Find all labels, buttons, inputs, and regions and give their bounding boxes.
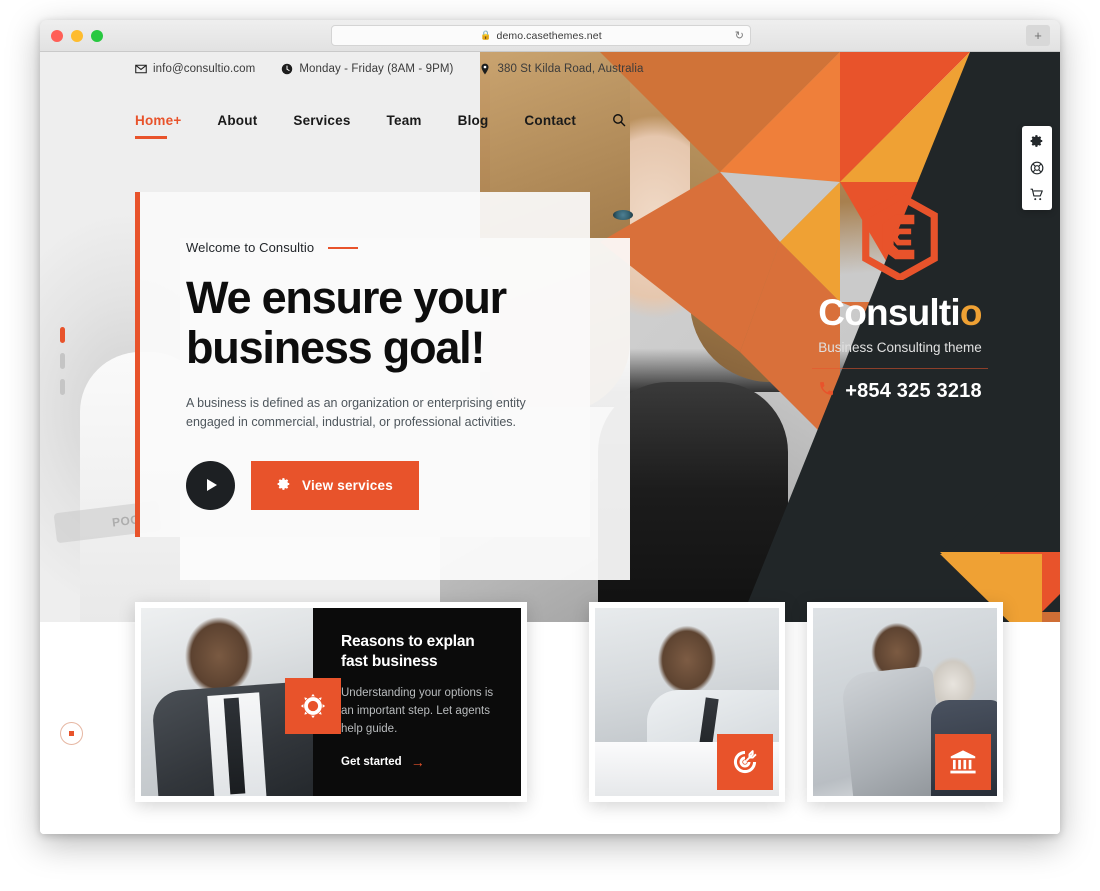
window-traffic-lights: [51, 30, 103, 42]
nav-item-team[interactable]: Team: [387, 113, 422, 128]
service-card-2[interactable]: [589, 602, 785, 802]
topbar-item-email[interactable]: info@consultio.com: [135, 63, 255, 75]
card3-suit-shape: [840, 665, 946, 796]
page-viewport: POC info@consultio.com Monday - Friday (…: [40, 52, 1060, 834]
bank-icon: [935, 734, 991, 790]
search-icon[interactable]: [612, 113, 626, 127]
hero-eyebrow-dash: [328, 246, 359, 249]
decorative-dot: [69, 731, 74, 736]
service-card-1[interactable]: Reasons to explan fast business Understa…: [135, 602, 527, 802]
topbar-hours-text: Monday - Friday (8AM - 9PM): [299, 63, 454, 75]
play-video-button[interactable]: [186, 460, 235, 510]
target-icon: [717, 734, 773, 790]
service-card-1-description: Understanding your options is an importa…: [341, 687, 494, 735]
reload-icon[interactable]: ↻: [735, 29, 744, 42]
lifebuoy-icon[interactable]: [1029, 160, 1045, 176]
nav-item-contact[interactable]: Contact: [524, 113, 576, 128]
brand-phone-text: +854 325 3218: [845, 380, 982, 402]
get-started-label: Get started: [341, 755, 402, 768]
hero-eyebrow-row: Welcome to Consultio: [186, 240, 590, 255]
gear-icon[interactable]: [1029, 133, 1045, 149]
nav-item-home-label: Home: [135, 112, 174, 128]
top-info-bar: info@consultio.com Monday - Friday (8AM …: [40, 52, 1060, 86]
hero-action-buttons: View services: [186, 460, 590, 510]
service-card-2-photo: [595, 608, 779, 796]
nav-active-underline: [135, 135, 167, 139]
brand-name-main: Consulti: [818, 292, 960, 333]
clock-icon: [281, 63, 293, 75]
brand-name-accent: o: [959, 292, 983, 333]
service-card-3-photo: [813, 608, 997, 796]
service-card-1-body: Reasons to explan fast business Understa…: [285, 608, 521, 796]
brand-divider: [812, 368, 988, 369]
address-bar[interactable]: 🔒 demo.casethemes.net ↻: [331, 25, 751, 46]
topbar-address-text: 380 St Kilda Road, Australia: [497, 63, 644, 75]
service-card-3[interactable]: [807, 602, 1003, 802]
nav-item-home-plus: +: [173, 112, 182, 128]
topbar-email-text: info@consultio.com: [153, 63, 256, 75]
consultio-hex-c-logo-icon: [740, 194, 1060, 280]
view-services-label: View services: [302, 477, 393, 493]
service-cards-row: Reasons to explan fast business Understa…: [40, 602, 1060, 834]
hero-content-card: Welcome to Consultio We ensure your busi…: [135, 192, 590, 537]
gear-wrench-icon: [285, 678, 341, 734]
slider-dot-3[interactable]: [60, 379, 65, 395]
slider-dot-2[interactable]: [60, 353, 65, 369]
slider-pagination-dots: [60, 327, 65, 395]
nav-item-services[interactable]: Services: [293, 113, 350, 128]
maximize-window-button[interactable]: [91, 30, 103, 42]
close-window-button[interactable]: [51, 30, 63, 42]
envelope-icon: [135, 63, 147, 75]
nav-item-blog[interactable]: Blog: [458, 113, 489, 128]
url-text: demo.casethemes.net: [496, 29, 602, 42]
gear-icon: [277, 477, 291, 494]
topbar-item-address: 380 St Kilda Road, Australia: [479, 63, 643, 75]
minimize-window-button[interactable]: [71, 30, 83, 42]
cart-icon[interactable]: [1029, 187, 1045, 203]
browser-window: 🔒 demo.casethemes.net ↻ + POC info@consu…: [40, 20, 1060, 834]
nav-item-about[interactable]: About: [217, 113, 257, 128]
hero-description: A business is defined as an organization…: [186, 395, 526, 430]
brand-block: Consultio Business Consulting theme +854…: [740, 194, 1060, 403]
service-card-1-title: Reasons to explan fast business: [341, 633, 475, 671]
decorative-circle: [60, 722, 83, 745]
lock-icon: 🔒: [480, 30, 492, 40]
nav-item-home[interactable]: Home+: [135, 112, 182, 139]
brand-name: Consultio: [740, 294, 1060, 331]
floating-side-toolbar: [1022, 126, 1052, 210]
brand-tagline: Business Consulting theme: [818, 340, 982, 355]
browser-titlebar: 🔒 demo.casethemes.net ↻ +: [40, 20, 1060, 52]
topbar-item-hours: Monday - Friday (8AM - 9PM): [281, 63, 453, 75]
map-pin-icon: [479, 63, 491, 75]
phone-icon: [818, 380, 835, 403]
main-navigation: Home+ About Services Team Blog Contact: [40, 98, 1060, 142]
slider-dot-1[interactable]: [60, 327, 65, 343]
page-title: We ensure your business goal!: [186, 272, 507, 374]
brand-phone[interactable]: +854 325 3218: [740, 380, 1060, 403]
arrow-right-icon: →: [410, 753, 425, 770]
play-icon: [207, 479, 217, 492]
view-services-button[interactable]: View services: [251, 460, 419, 510]
hero-eyebrow-text: Welcome to Consultio: [186, 240, 315, 255]
get-started-link[interactable]: Get started →: [341, 755, 501, 769]
new-tab-button[interactable]: +: [1026, 25, 1050, 46]
